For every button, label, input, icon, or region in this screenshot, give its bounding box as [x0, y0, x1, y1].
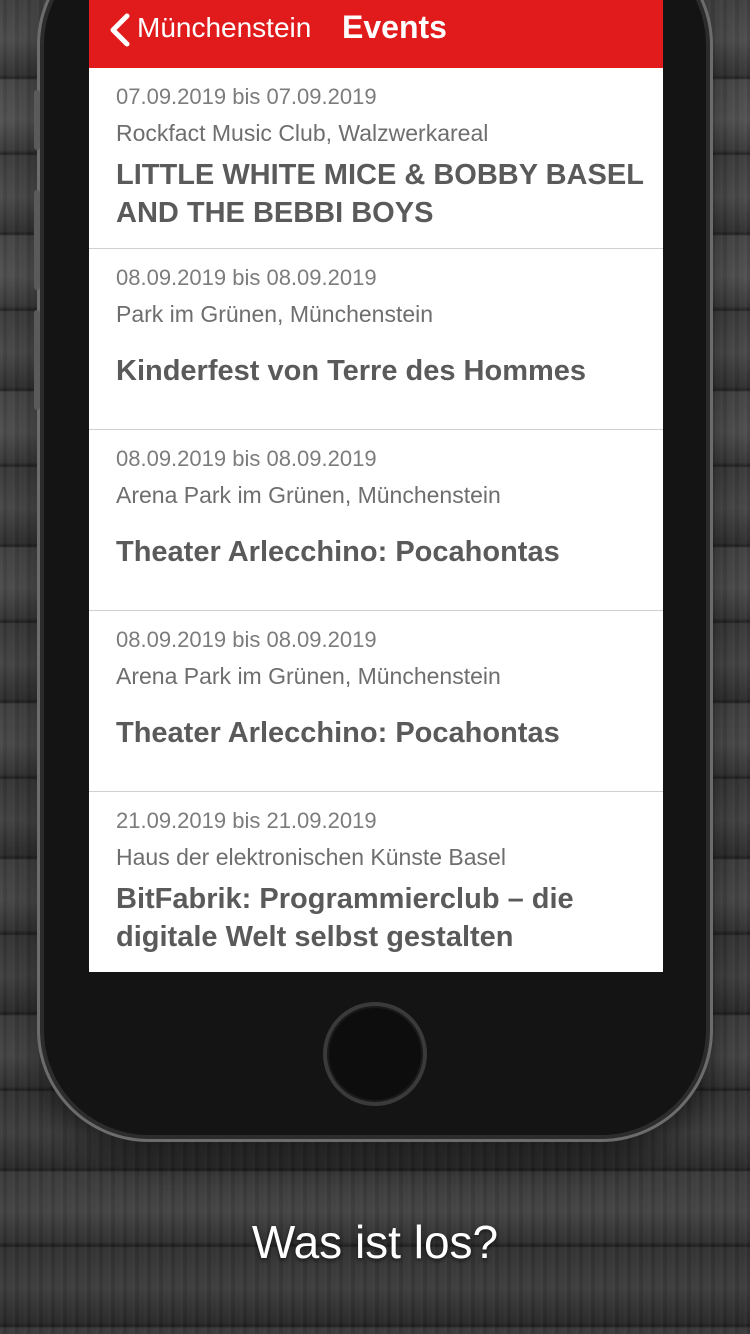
event-date: 07.09.2019 bis 07.09.2019 [116, 84, 377, 109]
event-title: Theater Arlecchino: Pocahontas [116, 717, 560, 749]
event-title: LITTLE WHITE MICE & BOBBY BASEL AND THE … [116, 159, 644, 229]
navigation-bar: Münchenstein Events [89, 0, 663, 68]
event-title: Kinderfest von Terre des Hommes [116, 355, 587, 387]
event-date: 08.09.2019 bis 08.09.2019 [116, 627, 377, 652]
event-date: 08.09.2019 bis 08.09.2019 [116, 265, 377, 290]
event-item[interactable]: 21.09.2019 bis 21.09.2019 Haus der elekt… [89, 792, 663, 972]
home-button[interactable] [323, 1002, 427, 1106]
event-date: 08.09.2019 bis 08.09.2019 [116, 446, 377, 471]
chevron-left-icon [110, 13, 130, 47]
event-list: 07.09.2019 bis 07.09.2019 Rockfact Music… [89, 68, 663, 972]
event-venue: Haus der elektronischen Künste Basel [116, 844, 506, 870]
event-venue: Arena Park im Grünen, Münchenstein [116, 663, 501, 689]
event-venue: Rockfact Music Club, Walzwerkareal [116, 120, 489, 146]
app-screen: Münchenstein Events 07.09.2019 bis 07.09… [89, 0, 663, 972]
event-item[interactable]: 08.09.2019 bis 08.09.2019 Arena Park im … [89, 430, 663, 611]
phone-volume-down [34, 310, 40, 410]
event-venue: Park im Grünen, Münchenstein [116, 301, 434, 327]
event-date: 21.09.2019 bis 21.09.2019 [116, 808, 377, 833]
event-item[interactable]: 07.09.2019 bis 07.09.2019 Rockfact Music… [89, 68, 663, 249]
event-title: Theater Arlecchino: Pocahontas [116, 536, 560, 568]
event-venue: Arena Park im Grünen, Münchenstein [116, 482, 501, 508]
event-title: BitFabrik: Programmierclub – die digital… [116, 883, 574, 953]
page-title: Events [342, 9, 447, 45]
phone-side-button [34, 90, 40, 150]
tagline: Was ist los? [251, 1216, 499, 1268]
event-item[interactable]: 08.09.2019 bis 08.09.2019 Arena Park im … [89, 611, 663, 792]
back-button-label[interactable]: Münchenstein [137, 10, 311, 46]
phone-volume-up [34, 190, 40, 290]
event-item[interactable]: 08.09.2019 bis 08.09.2019 Park im Grünen… [89, 249, 663, 430]
